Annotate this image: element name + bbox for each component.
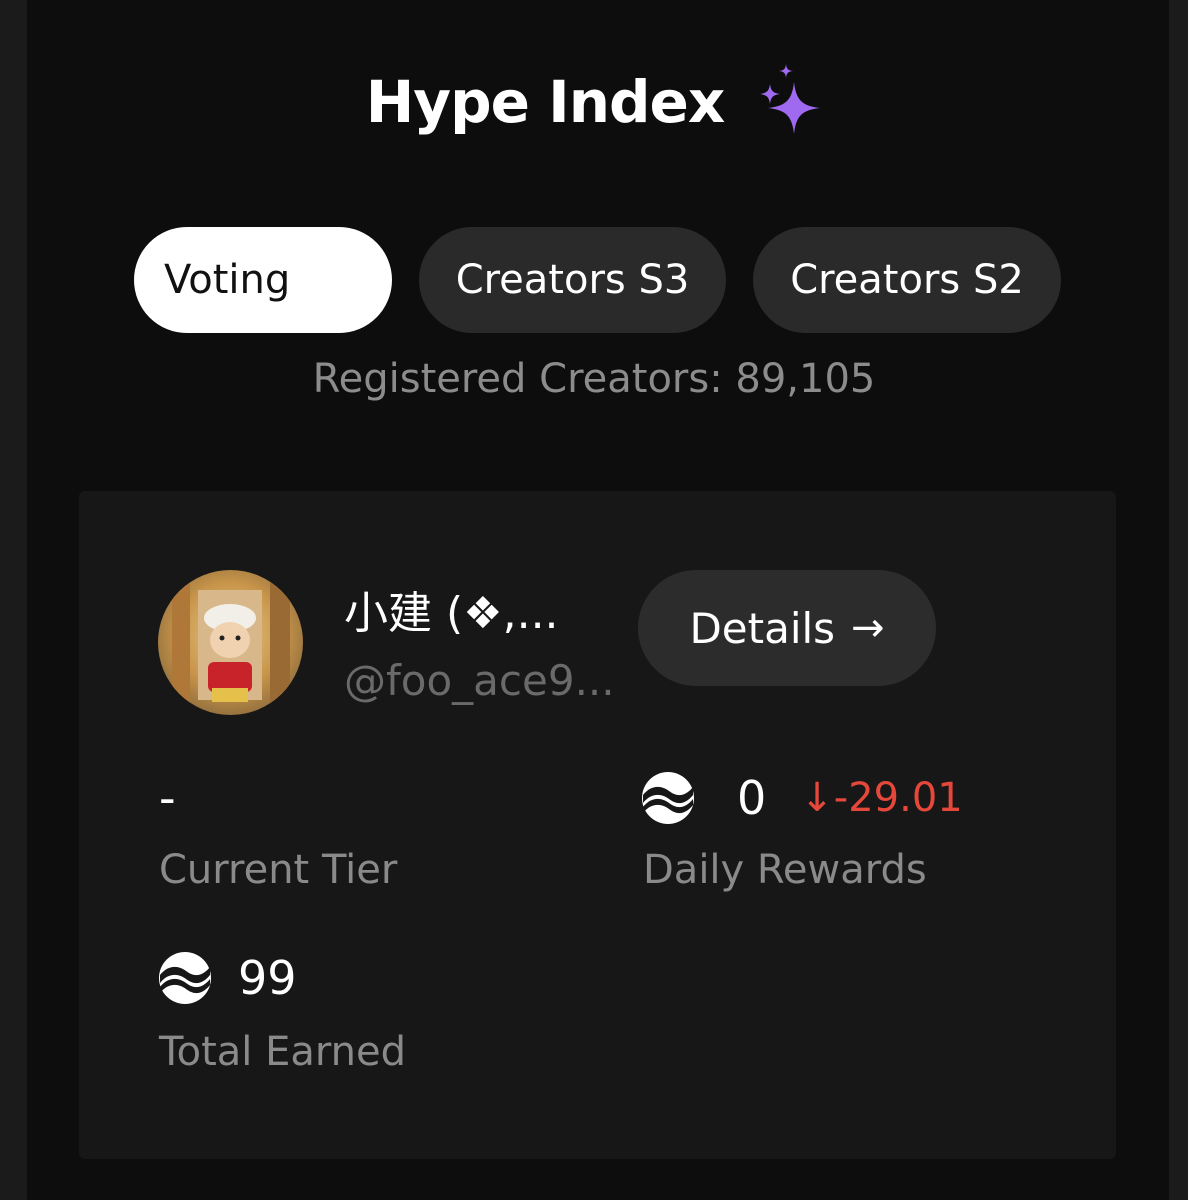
arrow-right-icon: →: [851, 605, 885, 651]
coin-icon: [158, 951, 212, 1005]
daily-rewards-label: Daily Rewards: [643, 847, 927, 893]
sparkle-icon: [758, 64, 822, 140]
daily-rewards-change: ↓-29.01: [800, 775, 963, 821]
creator-handle: @foo_ace9...: [344, 656, 615, 705]
current-tier-value: -: [159, 771, 176, 825]
header: Hype Index: [0, 62, 1188, 142]
page-title: Hype Index: [365, 68, 726, 136]
total-earned-label: Total Earned: [159, 1029, 407, 1075]
creator-card: 小建 (❖,... @foo_ace9... Details → - Curre…: [79, 491, 1116, 1159]
tab-bar: Voting Creators S3 Creators S2: [134, 227, 1061, 333]
details-button-label: Details: [689, 603, 836, 653]
daily-rewards-value-row: 0 ↓-29.01: [641, 771, 963, 825]
tab-creators-s2[interactable]: Creators S2: [753, 227, 1061, 333]
total-earned-value-row: 99: [158, 951, 297, 1005]
details-button[interactable]: Details →: [638, 570, 936, 686]
total-earned-value: 99: [238, 951, 297, 1005]
daily-rewards-value: 0: [737, 771, 767, 825]
creator-display-name: 小建 (❖,...: [344, 588, 559, 639]
avatar[interactable]: [158, 570, 303, 715]
current-tier-label: Current Tier: [159, 847, 398, 893]
tab-creators-s3[interactable]: Creators S3: [419, 227, 726, 333]
registered-creators-count: Registered Creators: 89,105: [312, 356, 876, 402]
screen: Hype Index Voting Creators S3 Creators S…: [0, 0, 1188, 1200]
tab-voting[interactable]: Voting: [134, 227, 392, 333]
coin-icon: [641, 771, 695, 825]
